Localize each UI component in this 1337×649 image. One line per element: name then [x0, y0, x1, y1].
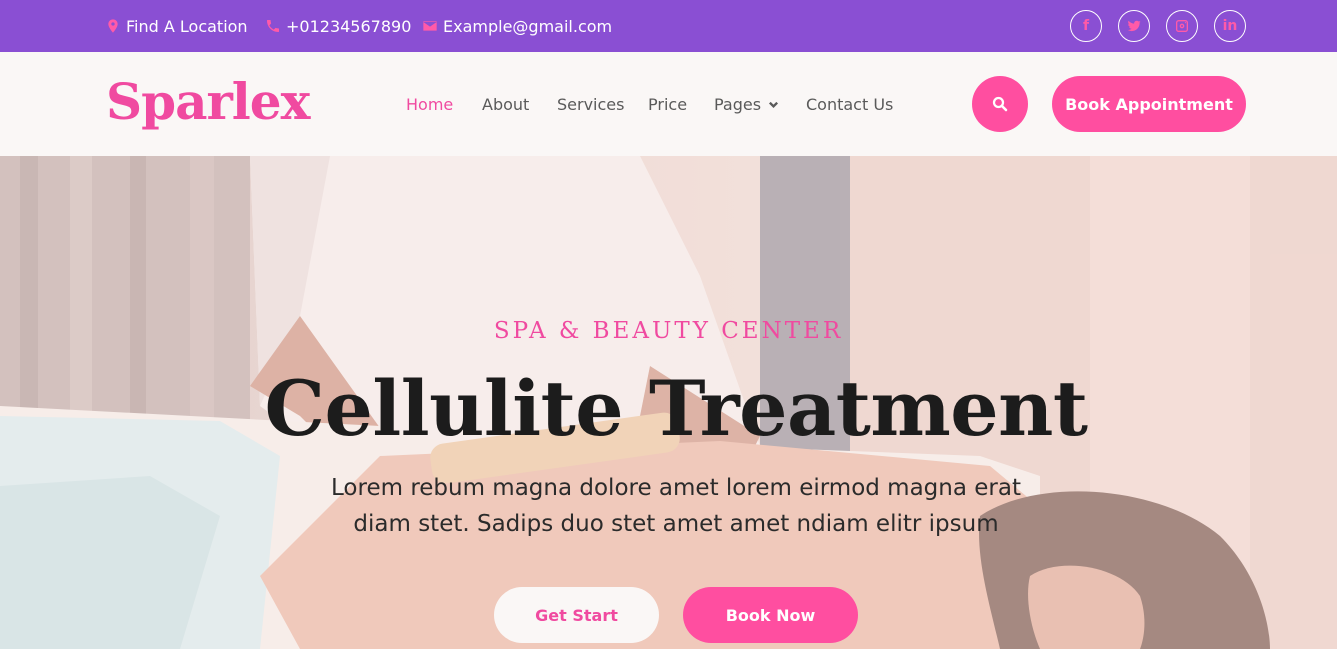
- nav-item-services[interactable]: Services: [557, 52, 624, 156]
- phone-text: +01234567890: [286, 16, 412, 36]
- map-pin-icon: [104, 17, 122, 35]
- twitter-button[interactable]: [1118, 10, 1150, 42]
- linkedin-icon: in: [1222, 18, 1238, 34]
- nav-item-about[interactable]: About: [482, 52, 529, 156]
- hero-description: Lorem rebum magna dolore amet lorem eirm…: [318, 470, 1034, 542]
- book-appointment-button[interactable]: Book Appointment: [1052, 76, 1246, 132]
- top-bar: Find A Location +01234567890 Example@gma…: [0, 0, 1337, 52]
- chevron-down-icon: [767, 98, 779, 110]
- linkedin-button[interactable]: in: [1214, 10, 1246, 42]
- hero-section: SPA & BEAUTY CENTER Cellulite Treatment …: [0, 156, 1337, 649]
- instagram-button[interactable]: [1166, 10, 1198, 42]
- email-link[interactable]: Example@gmail.com: [421, 0, 612, 52]
- get-start-button[interactable]: Get Start: [494, 587, 659, 643]
- envelope-icon: [421, 17, 439, 35]
- facebook-icon: f: [1082, 18, 1090, 34]
- hero-description-line1: Lorem rebum magna dolore amet lorem eirm…: [331, 475, 1021, 501]
- nav-item-contact[interactable]: Contact Us: [806, 52, 893, 156]
- find-location-link[interactable]: Find A Location: [104, 0, 248, 52]
- facebook-button[interactable]: f: [1070, 10, 1102, 42]
- hero-subtitle: SPA & BEAUTY CENTER: [493, 318, 844, 344]
- nav-item-pages-label: Pages: [714, 94, 762, 114]
- location-text: Find A Location: [126, 16, 248, 36]
- email-text: Example@gmail.com: [443, 16, 613, 36]
- phone-icon: [264, 17, 282, 35]
- book-now-button[interactable]: Book Now: [683, 587, 858, 643]
- phone-link[interactable]: +01234567890: [264, 0, 411, 52]
- nav-item-pages[interactable]: Pages: [714, 52, 779, 156]
- brand-logo[interactable]: Sparlex: [106, 72, 310, 131]
- hero-description-line2: diam stet. Sadips duo stet amet amet ndi…: [353, 511, 999, 537]
- nav-item-home[interactable]: Home: [406, 52, 453, 156]
- hero-title: Cellulite Treatment: [264, 364, 1088, 453]
- twitter-icon: [1126, 18, 1142, 34]
- search-icon: [991, 95, 1009, 113]
- nav-item-price[interactable]: Price: [648, 52, 687, 156]
- instagram-icon: [1174, 18, 1190, 34]
- search-button[interactable]: [972, 76, 1028, 132]
